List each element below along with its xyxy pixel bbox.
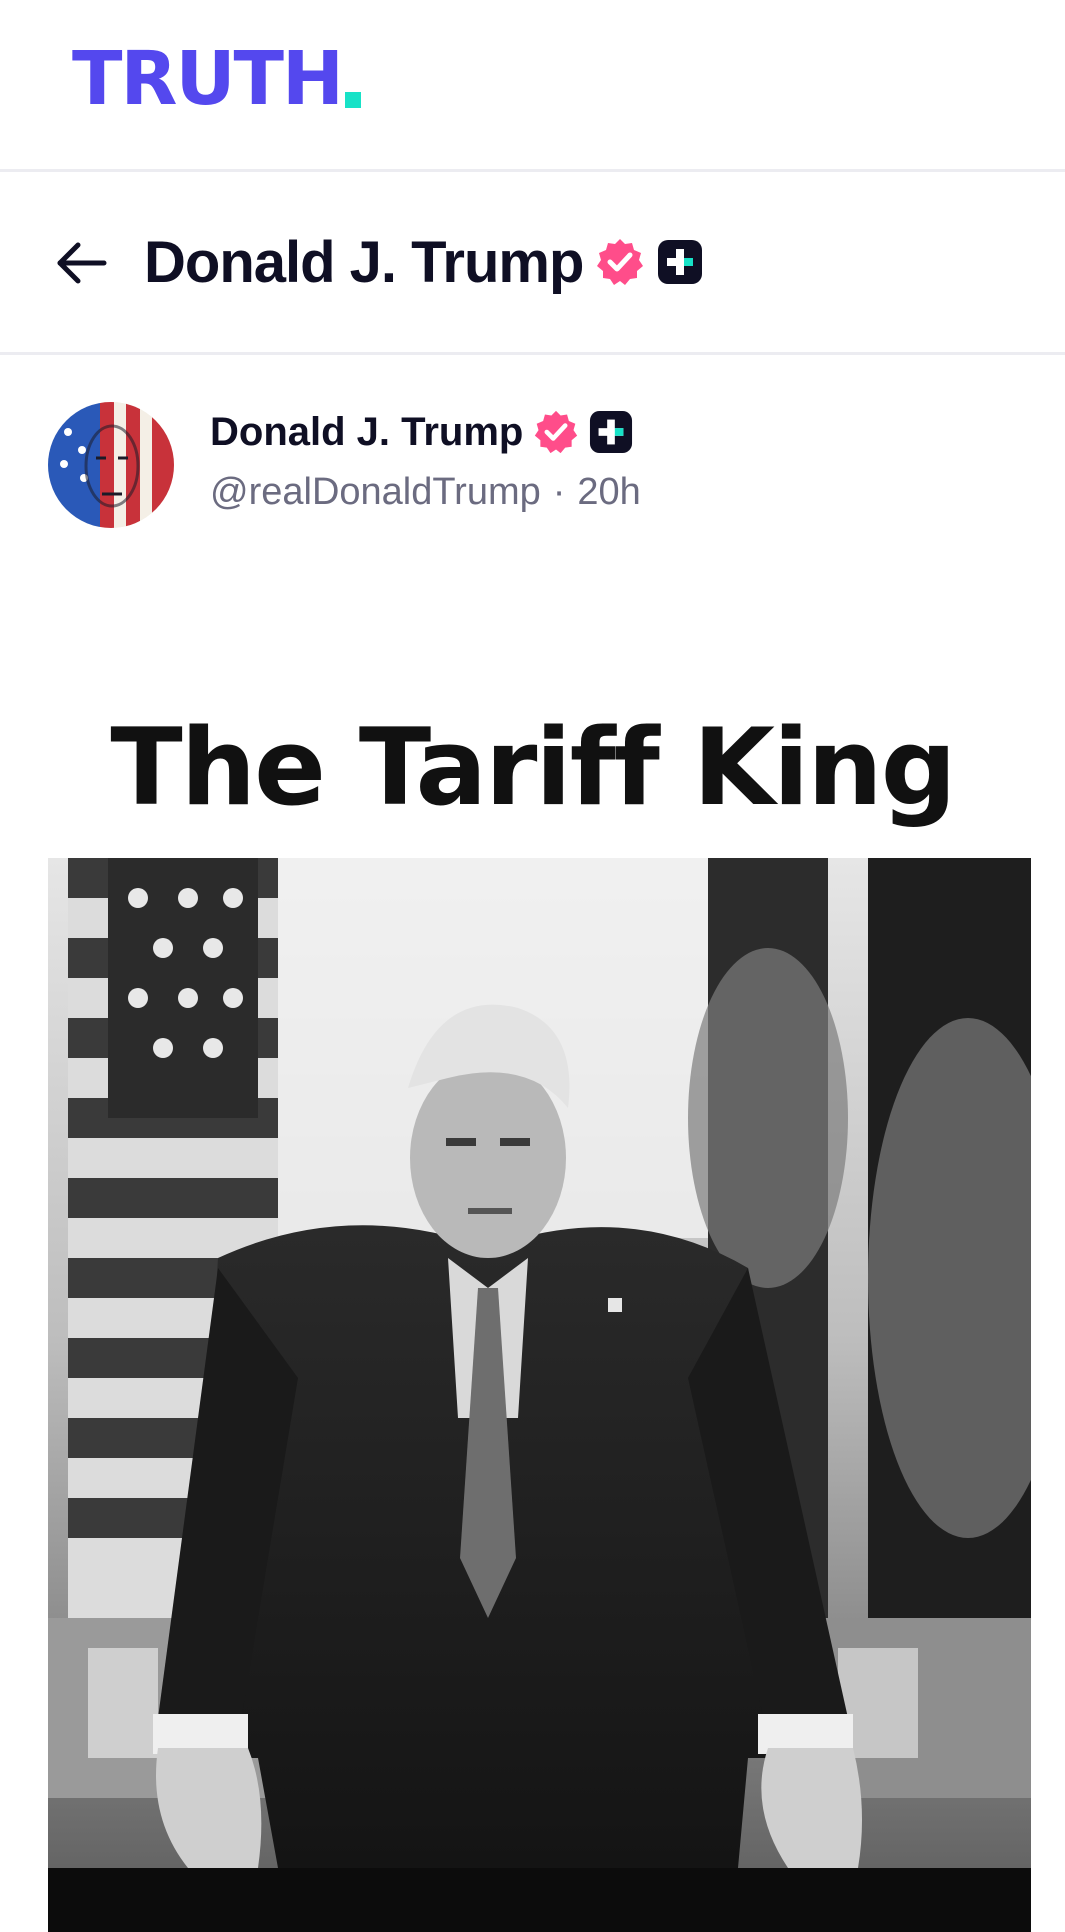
profile-header: Donald J. Trump	[0, 175, 1065, 355]
author-name[interactable]: Donald J. Trump	[210, 410, 523, 455]
header-title: Donald J. Trump	[144, 227, 703, 297]
truth-plus-icon	[658, 240, 703, 284]
page-title: Donald J. Trump	[144, 229, 584, 295]
logo-text: TRUTH	[72, 36, 344, 122]
meta-separator: ·	[552, 470, 566, 513]
truth-logo[interactable]: TRUTH	[72, 36, 361, 116]
author-handle[interactable]: @realDonaldTrump	[210, 471, 541, 514]
post-timestamp[interactable]: 20h	[577, 471, 640, 514]
arrow-left-icon	[57, 242, 107, 284]
back-button[interactable]	[52, 233, 112, 293]
avatar[interactable]	[48, 402, 174, 528]
truth-plus-icon	[590, 410, 633, 454]
oval-office-photo	[48, 858, 1031, 1932]
avatar-image	[48, 402, 174, 528]
post-image[interactable]	[48, 858, 1031, 1932]
verified-badge-icon	[597, 239, 644, 285]
logo-dot	[344, 92, 361, 108]
verified-badge-icon	[535, 410, 578, 454]
post-image-title: The Tariff King	[110, 706, 956, 829]
top-bar: TRUTH	[0, 0, 1065, 172]
post-author: Donald J. Trump @realDonaldTrump · 20h	[210, 402, 641, 522]
